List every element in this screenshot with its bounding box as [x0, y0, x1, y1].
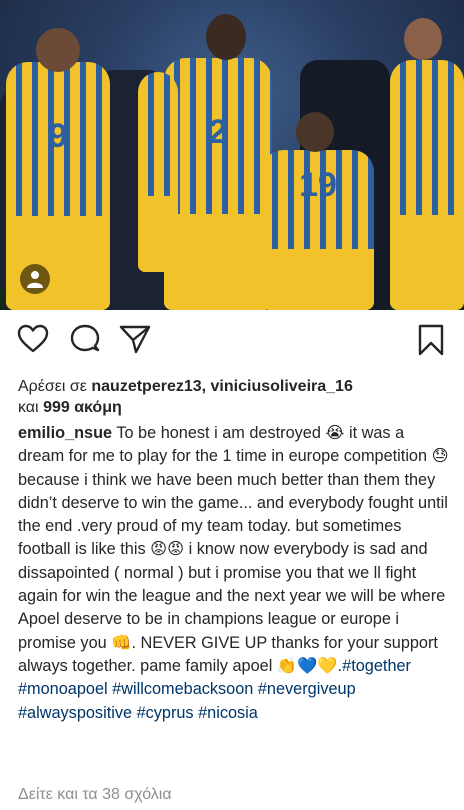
post-caption: emilio_nsue To be honest i am destroyed … — [18, 422, 452, 725]
save-button[interactable] — [414, 322, 450, 362]
hashtag-link[interactable]: #nevergiveup — [258, 680, 356, 698]
bookmark-icon — [418, 324, 444, 356]
player-back — [138, 72, 178, 272]
player-crouching: 19 — [262, 150, 374, 310]
player-head — [36, 28, 80, 72]
share-button[interactable] — [118, 322, 154, 362]
player-shorts — [138, 196, 178, 272]
like-button[interactable] — [16, 322, 52, 362]
hashtag-link[interactable]: #cyprus — [137, 704, 194, 722]
user-tag-icon — [27, 271, 43, 288]
likes-more-link[interactable]: 999 ακόμη — [43, 399, 122, 416]
heart-icon — [17, 324, 49, 353]
user-tag-button[interactable] — [20, 264, 50, 294]
player-head — [404, 18, 442, 60]
player-shorts — [6, 215, 110, 310]
caption-username[interactable]: emilio_nsue — [18, 424, 112, 442]
likes-summary: Αρέσει σε nauzetperez13, viniciusoliveir… — [18, 376, 448, 418]
share-icon — [119, 325, 151, 354]
hashtag-link[interactable]: #together — [342, 657, 411, 675]
comment-icon — [70, 324, 100, 352]
player-shorts — [262, 249, 374, 310]
hashtag-link[interactable]: #nicosia — [198, 704, 258, 722]
likes-prefix: Αρέσει σε — [18, 378, 92, 395]
view-comments-link[interactable]: Δείτε και τα 38 σχόλια — [18, 786, 172, 804]
jersey-number: 19 — [299, 166, 337, 204]
likes-and: και — [18, 399, 44, 416]
player-shorts — [390, 215, 464, 310]
player-shorts — [164, 214, 272, 310]
player-center: 2 — [164, 58, 272, 310]
likes-separator: , — [201, 378, 211, 395]
liker-link[interactable]: nauzetperez13 — [91, 378, 201, 395]
player-head — [206, 14, 246, 60]
hashtag-link[interactable]: #alwayspositive — [18, 704, 132, 722]
hashtag-link[interactable]: #willcomebacksoon — [112, 680, 253, 698]
post-photo[interactable]: 9 2 19 — [0, 0, 464, 310]
jersey-number: 2 — [208, 113, 228, 152]
caption-text: To be honest i am destroyed 😭 it was a d… — [18, 424, 449, 675]
comment-button[interactable] — [68, 322, 104, 362]
player-right — [390, 60, 464, 310]
player-head — [296, 112, 334, 152]
jersey-number: 9 — [48, 116, 68, 155]
hashtag-link[interactable]: #monoapoel — [18, 680, 108, 698]
action-bar — [0, 322, 464, 366]
liker-link[interactable]: viniciusoliveira_16 — [211, 378, 353, 395]
